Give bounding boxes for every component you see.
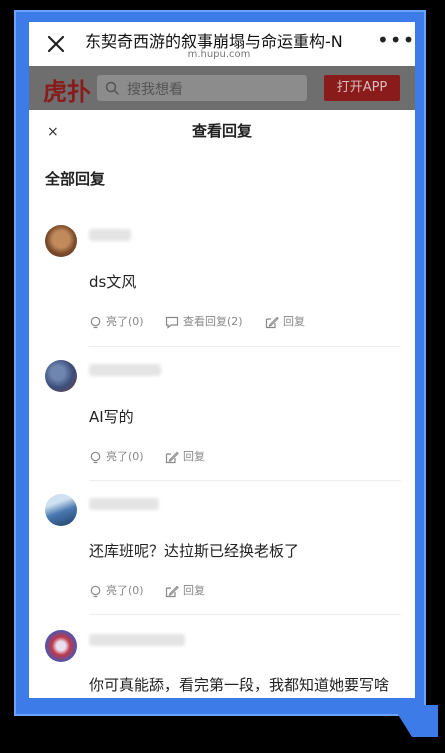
reply-actions: 亮了(0) 回复: [89, 582, 389, 600]
more-menu-icon[interactable]: •••: [377, 28, 415, 52]
divider: [89, 480, 401, 481]
reply-content: AI写的: [89, 408, 134, 426]
like-count: 亮了(0): [106, 315, 144, 328]
open-app-button[interactable]: 打开APP: [324, 75, 400, 101]
edit-icon: [165, 585, 179, 597]
username[interactable]: [89, 634, 185, 646]
reply-content: ds文风: [89, 273, 137, 291]
phone-screen: 东契奇西游的叙事崩塌与命运重构-N m.hupu.com ••• 虎扑 搜我想看…: [29, 22, 415, 698]
edit-icon: [265, 316, 279, 328]
section-title: 全部回复: [45, 170, 106, 188]
frame-tab: [398, 705, 438, 737]
divider: [89, 614, 401, 615]
reply-label: 回复: [283, 315, 305, 328]
avatar[interactable]: [45, 494, 77, 526]
edit-icon: [165, 451, 179, 463]
reply-button[interactable]: 回复: [265, 313, 305, 329]
page-domain: m.hupu.com: [187, 49, 251, 60]
avatar[interactable]: [45, 630, 77, 662]
view-replies-label: 查看回复(2): [183, 315, 243, 328]
browser-bar: 东契奇西游的叙事崩塌与命运重构-N m.hupu.com •••: [29, 22, 415, 66]
lightbulb-icon: [90, 316, 101, 328]
lightbulb-icon: [90, 451, 101, 463]
site-logo: 虎扑: [43, 77, 91, 106]
avatar[interactable]: [45, 225, 77, 257]
reply-label: 回复: [183, 450, 205, 463]
lightbulb-icon: [90, 585, 101, 597]
username[interactable]: [89, 364, 161, 376]
reply-content: 你可真能舔，看完第一段，我都知道她要写啥: [89, 676, 390, 694]
reply-button[interactable]: 回复: [165, 448, 205, 464]
search-icon: [105, 81, 119, 95]
like-button[interactable]: 亮了(0): [89, 448, 144, 464]
like-count: 亮了(0): [106, 450, 144, 463]
reply-button[interactable]: 回复: [165, 582, 205, 598]
replies-sheet: 查看回复 × 全部回复 ds文风 亮了(0) 查看回复(2) 回复 AI写的 亮…: [29, 110, 415, 698]
reply-label: 回复: [183, 584, 205, 597]
close-icon[interactable]: [45, 33, 67, 55]
divider: [89, 346, 401, 347]
sheet-close-button[interactable]: ×: [47, 124, 59, 140]
username[interactable]: [89, 498, 159, 510]
reply-actions: 亮了(0) 查看回复(2) 回复: [89, 313, 389, 331]
view-replies-button[interactable]: 查看回复(2): [165, 313, 243, 329]
comment-icon: [165, 316, 179, 329]
like-button[interactable]: 亮了(0): [89, 313, 144, 329]
reply-actions: 亮了(0) 回复: [89, 448, 389, 466]
avatar[interactable]: [45, 360, 77, 392]
site-header: 虎扑 搜我想看 打开APP: [29, 66, 415, 110]
like-button[interactable]: 亮了(0): [89, 582, 144, 598]
sheet-title: 查看回复: [191, 122, 252, 140]
username[interactable]: [89, 229, 131, 241]
search-input[interactable]: 搜我想看: [97, 75, 307, 101]
search-placeholder: 搜我想看: [127, 82, 183, 98]
reply-content: 还库班呢？达拉斯已经换老板了: [89, 542, 300, 560]
like-count: 亮了(0): [106, 584, 144, 597]
